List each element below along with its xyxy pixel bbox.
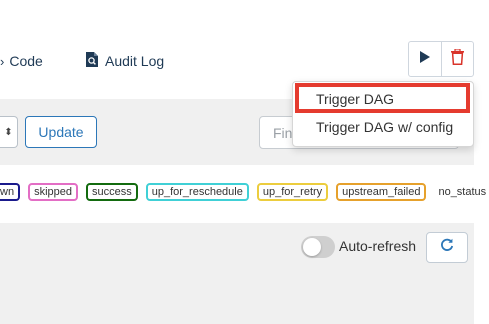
dag-action-group	[408, 41, 474, 77]
legend-chip-up-for-reschedule: up_for_reschedule	[145, 183, 249, 201]
legend-chip-unknown: wn	[0, 183, 21, 201]
legend-chip-skipped: skipped	[28, 183, 78, 201]
toggle-knob	[303, 238, 321, 256]
chevron-right-icon: ›	[0, 53, 5, 69]
menu-item-trigger-dag-with-config[interactable]: Trigger DAG w/ config	[293, 116, 473, 138]
legend-chip-success: success	[85, 183, 138, 201]
nav-code-link[interactable]: › Code	[0, 51, 43, 71]
nav-audit-log-link[interactable]: Audit Log	[85, 51, 164, 71]
file-search-icon	[85, 51, 99, 71]
trigger-dag-button[interactable]	[409, 42, 441, 76]
nav-code-label: Code	[9, 53, 43, 69]
trash-icon	[450, 47, 464, 70]
legend-chip-up-for-retry: up_for_retry	[256, 183, 329, 201]
auto-refresh-label: Auto-refresh	[339, 238, 417, 254]
update-button[interactable]: Update	[25, 116, 97, 148]
highlight-box	[295, 83, 470, 113]
refresh-button[interactable]	[426, 232, 468, 263]
sort-arrows-icon: ⬍	[4, 126, 13, 138]
nav-audit-label: Audit Log	[105, 53, 165, 69]
refresh-icon	[440, 238, 454, 257]
legend-no-status: no_status	[438, 186, 487, 198]
play-icon	[419, 50, 430, 68]
state-legend: wn skipped success up_for_reschedule up_…	[0, 182, 489, 202]
legend-chip-upstream-failed: upstream_failed	[336, 183, 427, 201]
delete-dag-button[interactable]	[440, 42, 473, 76]
base-date-select[interactable]: ⬍	[0, 116, 18, 148]
auto-refresh-toggle[interactable]	[301, 236, 335, 258]
